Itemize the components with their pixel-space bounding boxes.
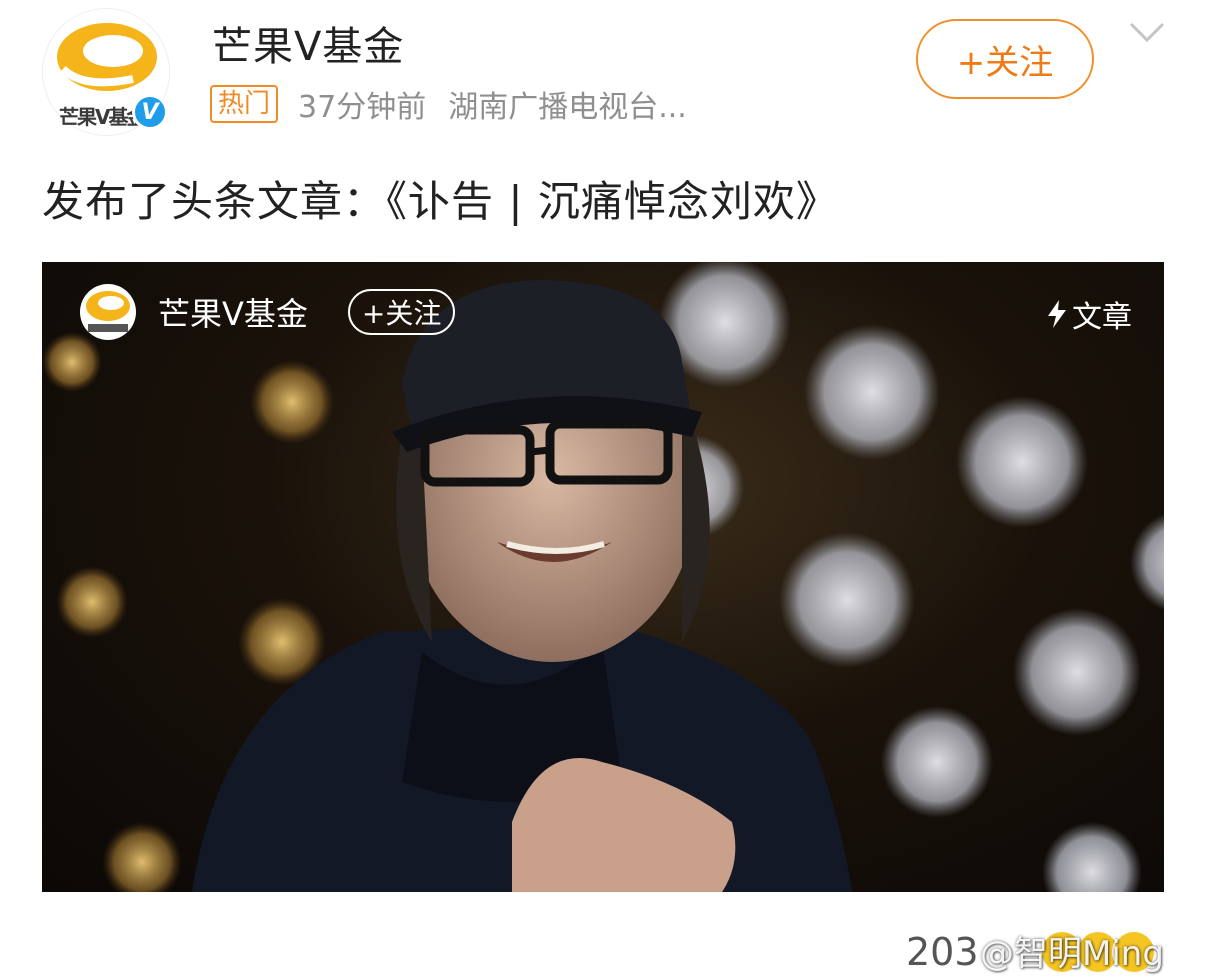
card-type-label: 文章: [1046, 292, 1132, 336]
card-header: 芒果V基金 +关注: [80, 282, 456, 342]
post-source[interactable]: 湖南广播电视台...: [448, 82, 687, 126]
card-author-avatar[interactable]: [80, 284, 136, 340]
lightning-icon: [1048, 300, 1066, 328]
card-type-text: 文章: [1072, 300, 1132, 335]
post-text[interactable]: 发布了头条文章：《讣告 | 沉痛悼念刘欢》: [42, 168, 839, 229]
card-author-name[interactable]: 芒果V基金: [158, 289, 308, 335]
author-name[interactable]: 芒果V基金: [212, 14, 404, 72]
card-follow-button[interactable]: +关注: [347, 289, 456, 335]
watermark: @智明Ming: [980, 934, 1164, 974]
mango-logo-icon: [86, 291, 130, 332]
follow-button[interactable]: +关注: [916, 19, 1094, 99]
post-meta: 热门 37分钟前 湖南广播电视台...: [210, 83, 687, 125]
article-cover-image: [42, 262, 1164, 892]
article-card[interactable]: 芒果V基金 +关注 文章: [42, 262, 1164, 892]
chevron-down-icon[interactable]: [1128, 18, 1166, 46]
hot-tag[interactable]: 热门: [210, 85, 279, 123]
engagement-count: 203: [906, 930, 979, 974]
verified-icon: V: [132, 94, 168, 130]
post-time: 37分钟前: [298, 90, 427, 125]
